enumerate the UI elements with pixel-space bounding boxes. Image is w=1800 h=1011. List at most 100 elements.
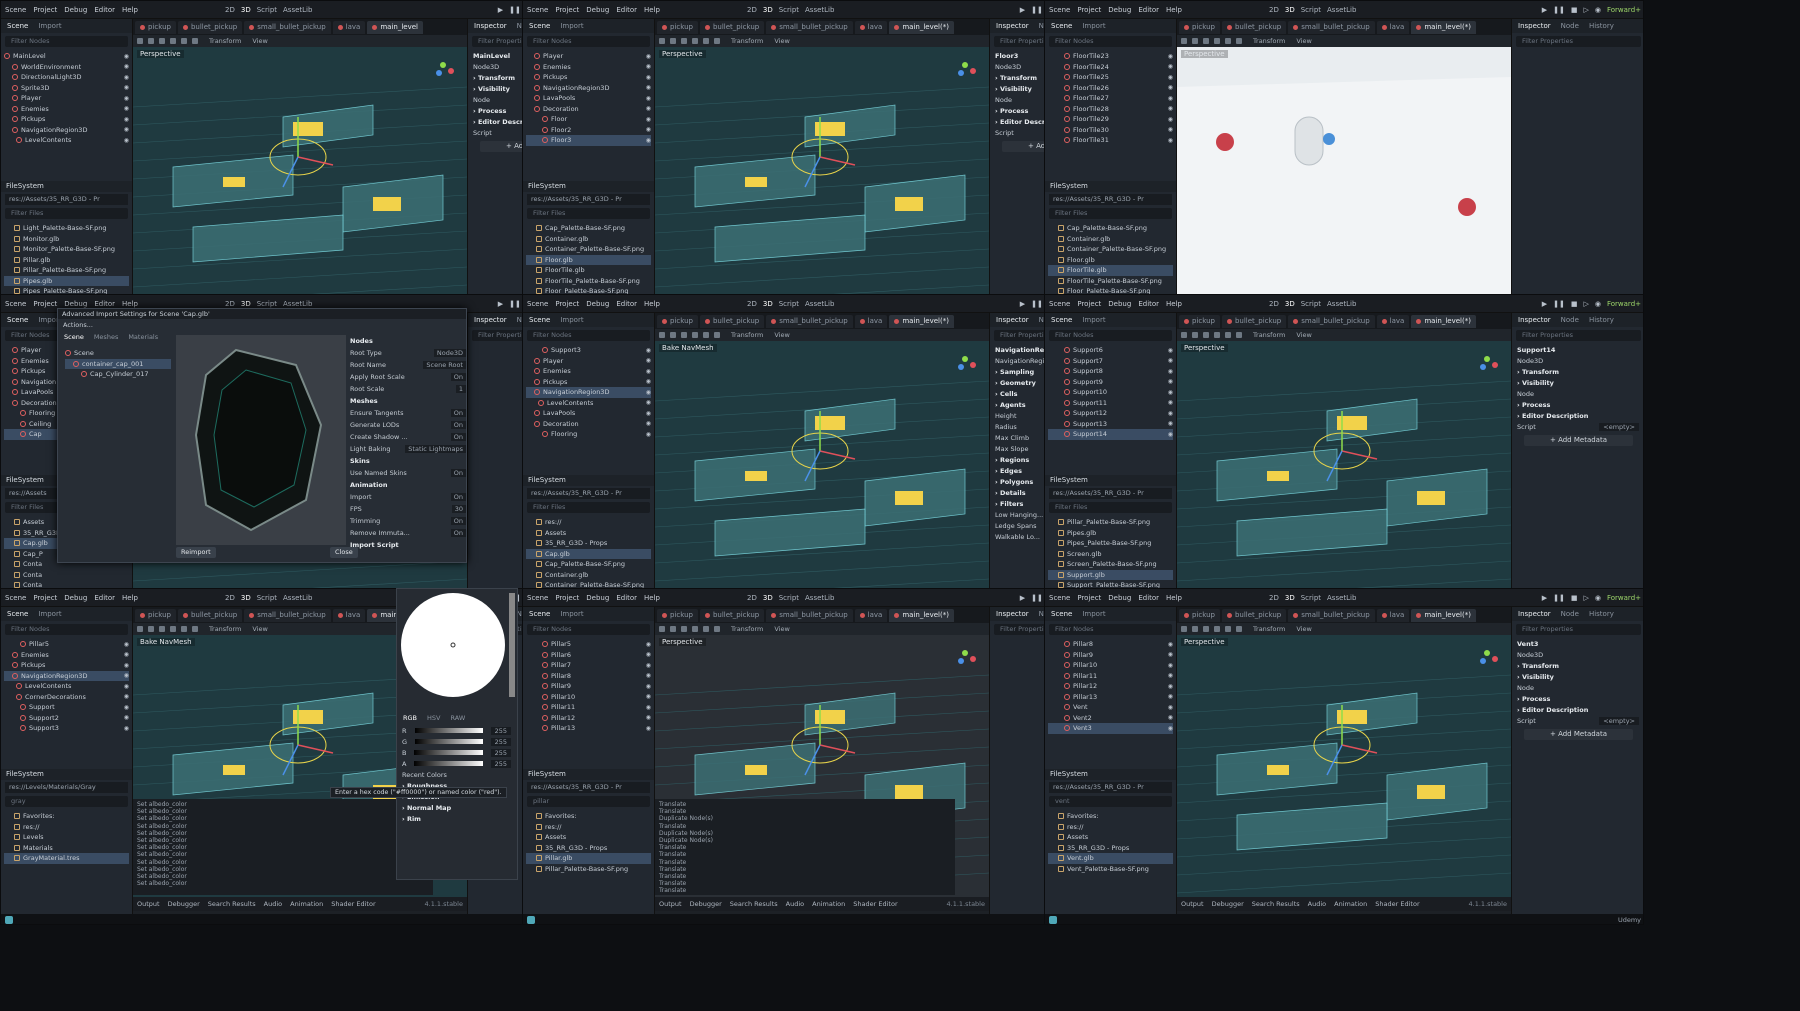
scene-tree-row[interactable]: NavigationRegion3D ◉ <box>526 387 651 398</box>
menu-item[interactable]: Project <box>33 300 57 308</box>
filter-nodes-input[interactable]: Filter Nodes <box>1049 624 1172 635</box>
scene-tab[interactable]: lava <box>1376 314 1410 328</box>
channel-value[interactable]: 255 <box>490 759 511 768</box>
filter-nodes-input[interactable]: Filter Nodes <box>1049 330 1172 341</box>
file-item[interactable]: FloorTile.glb <box>1048 265 1173 276</box>
visibility-eye-icon[interactable]: ◉ <box>646 704 651 711</box>
bottom-tab[interactable]: Search Results <box>208 900 256 908</box>
filter-properties-input[interactable]: Filter Properties <box>1516 330 1641 341</box>
property-value[interactable]: <empty> <box>1599 422 1639 431</box>
filter-files-input[interactable]: pillar <box>527 796 650 807</box>
script-property[interactable]: Script <empty> <box>1512 715 1643 726</box>
play-scene-icon[interactable]: ▷ <box>1583 300 1588 308</box>
visibility-eye-icon[interactable]: ◉ <box>124 126 129 133</box>
channel-slider[interactable] <box>414 750 483 755</box>
scene-tree-row[interactable]: Enemies ◉ <box>4 650 129 661</box>
scene-tab[interactable]: bullet_pickup <box>1221 20 1287 34</box>
scene-tree-row[interactable]: Support14 ◉ <box>1048 429 1173 440</box>
pause-icon[interactable]: ❚❚ <box>1031 594 1043 602</box>
material-section[interactable]: › Rim <box>397 813 517 824</box>
visibility-eye-icon[interactable]: ◉ <box>1168 651 1173 658</box>
menu-item[interactable]: Debug <box>1108 300 1131 308</box>
move-tool-icon[interactable] <box>670 626 676 632</box>
scene-tree-row[interactable]: Pillar12 ◉ <box>1048 681 1173 692</box>
import-option-row[interactable]: Light Baking Static Lightmaps <box>350 443 466 455</box>
view-menu[interactable]: View <box>252 625 267 633</box>
file-item[interactable]: Pillar.glb <box>4 255 129 266</box>
lock-icon[interactable] <box>703 332 709 338</box>
add-metadata-button[interactable]: + Add Metadata <box>1524 729 1633 740</box>
filesystem-path[interactable]: res://Levels/Materials/Gray <box>5 782 128 793</box>
play-scene-icon[interactable]: ▷ <box>1583 6 1588 14</box>
visibility-eye-icon[interactable]: ◉ <box>1168 347 1173 354</box>
filter-nodes-input[interactable]: Filter Nodes <box>527 36 650 47</box>
visibility-eye-icon[interactable]: ◉ <box>646 84 651 91</box>
filesystem-path[interactable]: res://Assets/35_RR_G3D - Pr <box>527 194 650 205</box>
scene-tab[interactable]: main_level(*) <box>1411 314 1476 328</box>
renderer-select[interactable]: Forward+ <box>1607 300 1641 308</box>
file-item[interactable]: 35_RR_G3D - Props <box>1048 843 1173 854</box>
file-item[interactable]: Materials <box>4 843 129 854</box>
visibility-eye-icon[interactable]: ◉ <box>124 683 129 690</box>
rotate-tool-icon[interactable] <box>681 38 687 44</box>
scene-tab[interactable]: bullet_pickup <box>177 608 243 622</box>
view-menu[interactable]: View <box>774 331 789 339</box>
import-option-row[interactable]: Use Named Skins On <box>350 467 466 479</box>
visibility-eye-icon[interactable]: ◉ <box>124 641 129 648</box>
tab-scene[interactable]: Scene <box>7 610 28 618</box>
move-tool-icon[interactable] <box>1192 626 1198 632</box>
filter-files-input[interactable]: Filter Files <box>5 208 128 219</box>
tab-scene[interactable]: Scene <box>529 316 550 324</box>
visibility-eye-icon[interactable]: ◉ <box>646 378 651 385</box>
pause-icon[interactable]: ❚❚ <box>1031 6 1043 14</box>
workspace-3d-button[interactable]: 3D <box>241 594 251 602</box>
play-icon[interactable]: ▶ <box>1542 6 1547 14</box>
scene-tree-row[interactable]: Enemies ◉ <box>4 104 129 115</box>
workspace-2d-button[interactable]: 2D <box>747 300 757 308</box>
file-item[interactable]: Support.glb <box>1048 569 1173 580</box>
workspace-3d-button[interactable]: 3D <box>241 300 251 308</box>
movie-icon[interactable]: ◉ <box>1595 6 1601 14</box>
scene-tree-row[interactable]: DirectionalLight3D ◉ <box>4 72 129 83</box>
play-icon[interactable]: ▶ <box>1542 300 1547 308</box>
scene-tree-row[interactable]: Vent2 ◉ <box>1048 713 1173 724</box>
scene-tab[interactable]: pickup <box>1179 20 1220 34</box>
scene-tab[interactable]: bullet_pickup <box>699 20 765 34</box>
import-tree-row[interactable]: Scene <box>65 348 171 359</box>
scene-tab[interactable]: pickup <box>657 314 698 328</box>
workspace-3d-button[interactable]: 3D <box>241 6 251 14</box>
tab-history[interactable]: History <box>1589 22 1614 30</box>
rotate-tool-icon[interactable] <box>681 332 687 338</box>
filter-files-input[interactable]: Filter Files <box>527 502 650 513</box>
view-menu[interactable]: View <box>774 37 789 45</box>
scene-tree-row[interactable]: Floor3 ◉ <box>526 135 651 146</box>
bottom-tab[interactable]: Animation <box>812 900 845 908</box>
option-value[interactable]: On <box>450 373 466 381</box>
select-tool-icon[interactable] <box>659 38 665 44</box>
scene-tree-row[interactable]: Pillar13 ◉ <box>1048 692 1173 703</box>
menu-item[interactable]: Project <box>555 300 579 308</box>
file-item[interactable]: Pipes.glb <box>4 275 129 286</box>
scene-tree-row[interactable]: Sprite3D ◉ <box>4 83 129 94</box>
play-icon[interactable]: ▶ <box>498 300 503 308</box>
visibility-eye-icon[interactable]: ◉ <box>646 420 651 427</box>
transform-menu[interactable]: Transform <box>731 331 763 339</box>
import-option-row[interactable]: Ensure Tangents On <box>350 407 466 419</box>
import-option-row[interactable]: Remove Immuta... On <box>350 527 466 539</box>
visibility-eye-icon[interactable]: ◉ <box>124 672 129 679</box>
scale-tool-icon[interactable] <box>692 38 698 44</box>
pause-icon[interactable]: ❚❚ <box>1553 300 1565 308</box>
bottom-tab[interactable]: Audio <box>264 900 282 908</box>
scene-tree-row[interactable]: FloorTile24 ◉ <box>1048 62 1173 73</box>
workspace-3d-button[interactable]: 3D <box>1285 300 1295 308</box>
scene-tree-row[interactable]: MainLevel ◉ <box>4 51 129 62</box>
menu-item[interactable]: Debug <box>586 300 609 308</box>
file-item[interactable]: Favorites: <box>1048 811 1173 822</box>
workspace-assetlib-button[interactable]: AssetLib <box>283 6 312 14</box>
scene-tree-row[interactable]: CornerDecorations ◉ <box>4 692 129 703</box>
tab-inspector[interactable]: Inspector <box>474 22 507 30</box>
file-item[interactable]: Container.glb <box>526 570 651 581</box>
visibility-eye-icon[interactable]: ◉ <box>646 368 651 375</box>
movie-icon[interactable]: ◉ <box>1595 594 1601 602</box>
scene-tab[interactable]: pickup <box>657 608 698 622</box>
